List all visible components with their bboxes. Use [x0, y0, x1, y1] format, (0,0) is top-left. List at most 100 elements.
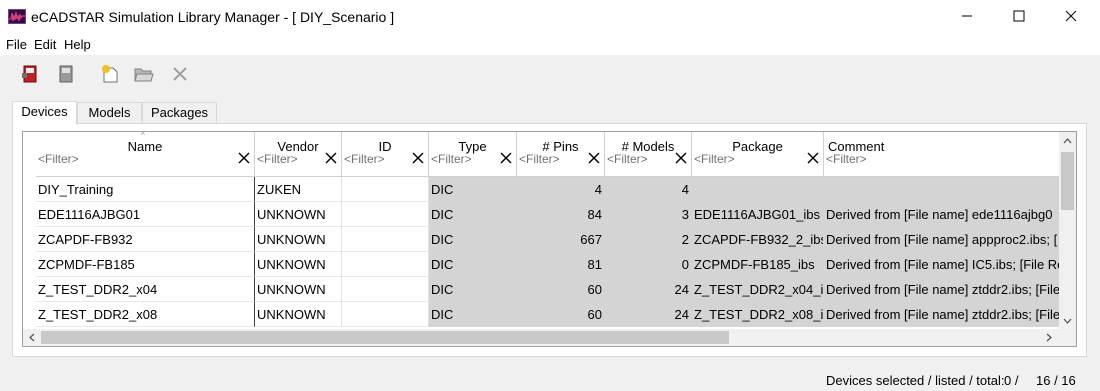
clear-filter-icon[interactable] — [675, 152, 687, 164]
cell-pins: 60 — [517, 302, 605, 327]
cell-id — [342, 302, 429, 327]
cell-id — [342, 202, 429, 227]
clear-filter-icon[interactable] — [238, 152, 250, 164]
menu-help[interactable]: Help — [64, 37, 91, 52]
column-header-package[interactable]: Package <Filter> — [692, 132, 824, 177]
column-header-name[interactable]: ^ Name <Filter> — [36, 132, 255, 177]
minimize-button[interactable] — [944, 0, 990, 32]
cell-comment — [824, 177, 1060, 202]
column-header-vendor[interactable]: Vendor <Filter> — [255, 132, 342, 177]
status-bar: Devices selected / listed / total: 0 / 1… — [0, 369, 1100, 391]
vertical-scrollbar[interactable] — [1059, 132, 1076, 330]
clear-filter-icon[interactable] — [500, 152, 512, 164]
cell-pins: 81 — [517, 252, 605, 277]
cell-name: ZCAPDF-FB932 — [36, 227, 255, 252]
cell-type: DIC — [429, 302, 517, 327]
cell-vendor: UNKNOWN — [255, 252, 342, 277]
cell-comment: Derived from [File name] ztddr2.ibs; [Fi… — [824, 302, 1060, 327]
filter-input[interactable]: <Filter> — [431, 152, 498, 167]
filter-input[interactable]: <Filter> — [257, 152, 323, 167]
window-title: eCADSTAR Simulation Library Manager - [ … — [31, 9, 395, 25]
clear-filter-icon[interactable] — [588, 152, 600, 164]
scroll-left-icon[interactable] — [23, 329, 40, 346]
cell-comment: Derived from [File name] IC5.ibs; [File … — [824, 252, 1060, 277]
column-header-id[interactable]: ID <Filter> — [342, 132, 429, 177]
vertical-scroll-thumb[interactable] — [1061, 152, 1074, 210]
cell-package: ZCPMDF-FB185_ibs — [692, 252, 824, 277]
title-bar: eCADSTAR Simulation Library Manager - [ … — [0, 0, 1100, 34]
cell-pins: 4 — [517, 177, 605, 202]
cell-models: 3 — [605, 202, 692, 227]
scroll-up-icon[interactable] — [1059, 132, 1076, 149]
close-window-button[interactable] — [1048, 0, 1094, 32]
scroll-right-icon[interactable] — [1040, 329, 1057, 346]
horizontal-scroll-thumb[interactable] — [41, 331, 729, 344]
tab-packages[interactable]: Packages — [142, 102, 217, 124]
cell-comment: Derived from [File name] ede1116ajbg0 — [824, 202, 1060, 227]
column-header-comment[interactable]: Comment <Filter> — [824, 132, 1059, 177]
cell-models: 2 — [605, 227, 692, 252]
cell-vendor: UNKNOWN — [255, 227, 342, 252]
menu-file[interactable]: File — [6, 37, 27, 52]
cell-pins: 60 — [517, 277, 605, 302]
horizontal-scrollbar[interactable] — [23, 329, 1076, 346]
tab-devices[interactable]: Devices — [12, 101, 77, 125]
cell-vendor: UNKNOWN — [255, 202, 342, 227]
column-header-type[interactable]: Type <Filter> — [429, 132, 517, 177]
maximize-button[interactable] — [996, 0, 1042, 32]
cell-pins: 84 — [517, 202, 605, 227]
cell-id — [342, 252, 429, 277]
library-gray-icon[interactable] — [54, 62, 78, 86]
cell-vendor: UNKNOWN — [255, 277, 342, 302]
cell-package: Z_TEST_DDR2_x08_i... — [692, 302, 824, 327]
clear-filter-icon[interactable] — [412, 152, 424, 164]
cell-type: DIC — [429, 177, 517, 202]
cell-comment: Derived from [File name] appproc2.ibs; [ — [824, 227, 1060, 252]
cell-type: DIC — [429, 227, 517, 252]
column-header-models[interactable]: # Models <Filter> — [605, 132, 692, 177]
tab-models[interactable]: Models — [77, 102, 142, 124]
status-listed-total: 16 / 16 — [1036, 373, 1076, 388]
cell-models: 0 — [605, 252, 692, 277]
delete-x-icon[interactable] — [168, 62, 192, 86]
clear-filter-icon[interactable] — [325, 152, 337, 164]
cell-vendor: UNKNOWN — [255, 302, 342, 327]
menu-bar: File Edit Help — [0, 34, 1100, 55]
devices-grid: ^ Name <Filter> Vendor <Filter> ID <Filt… — [22, 131, 1077, 347]
cell-package: EDE1116AJBG01_ibs — [692, 202, 824, 227]
cell-id — [342, 227, 429, 252]
cell-id — [342, 277, 429, 302]
cell-type: DIC — [429, 202, 517, 227]
clear-filter-icon[interactable] — [807, 152, 819, 164]
cell-type: DIC — [429, 277, 517, 302]
cell-models: 24 — [605, 277, 692, 302]
cell-models: 24 — [605, 302, 692, 327]
cell-type: DIC — [429, 252, 517, 277]
cell-name: Z_TEST_DDR2_x04 — [36, 277, 255, 302]
filter-input[interactable]: <Filter> — [826, 152, 1041, 167]
filter-input[interactable]: <Filter> — [344, 152, 410, 167]
cell-models: 4 — [605, 177, 692, 202]
cell-id — [342, 177, 429, 202]
cell-package — [692, 177, 824, 202]
open-folder-icon[interactable] — [132, 62, 156, 86]
cell-vendor: ZUKEN — [255, 177, 342, 202]
filter-input[interactable]: <Filter> — [607, 152, 673, 167]
status-selected: 0 / — [1004, 373, 1019, 388]
column-header-pins[interactable]: # Pins <Filter> — [517, 132, 605, 177]
library-red-icon[interactable] — [18, 62, 42, 86]
filter-input[interactable]: <Filter> — [519, 152, 586, 167]
filter-input[interactable]: <Filter> — [694, 152, 805, 167]
filter-input[interactable]: <Filter> — [38, 152, 236, 167]
cell-package: ZCAPDF-FB932_2_ibs — [692, 227, 824, 252]
scroll-down-icon[interactable] — [1059, 312, 1076, 329]
cell-name: ZCPMDF-FB185 — [36, 252, 255, 277]
cell-package: Z_TEST_DDR2_x04_i... — [692, 277, 824, 302]
cell-name: DIY_Training — [36, 177, 255, 202]
cell-comment: Derived from [File name] ztddr2.ibs; [Fi… — [824, 277, 1060, 302]
status-label: Devices selected / listed / total: — [826, 373, 1005, 388]
new-file-icon[interactable] — [98, 62, 122, 86]
cell-pins: 667 — [517, 227, 605, 252]
menu-edit[interactable]: Edit — [34, 37, 56, 52]
toolbar — [0, 55, 1100, 94]
